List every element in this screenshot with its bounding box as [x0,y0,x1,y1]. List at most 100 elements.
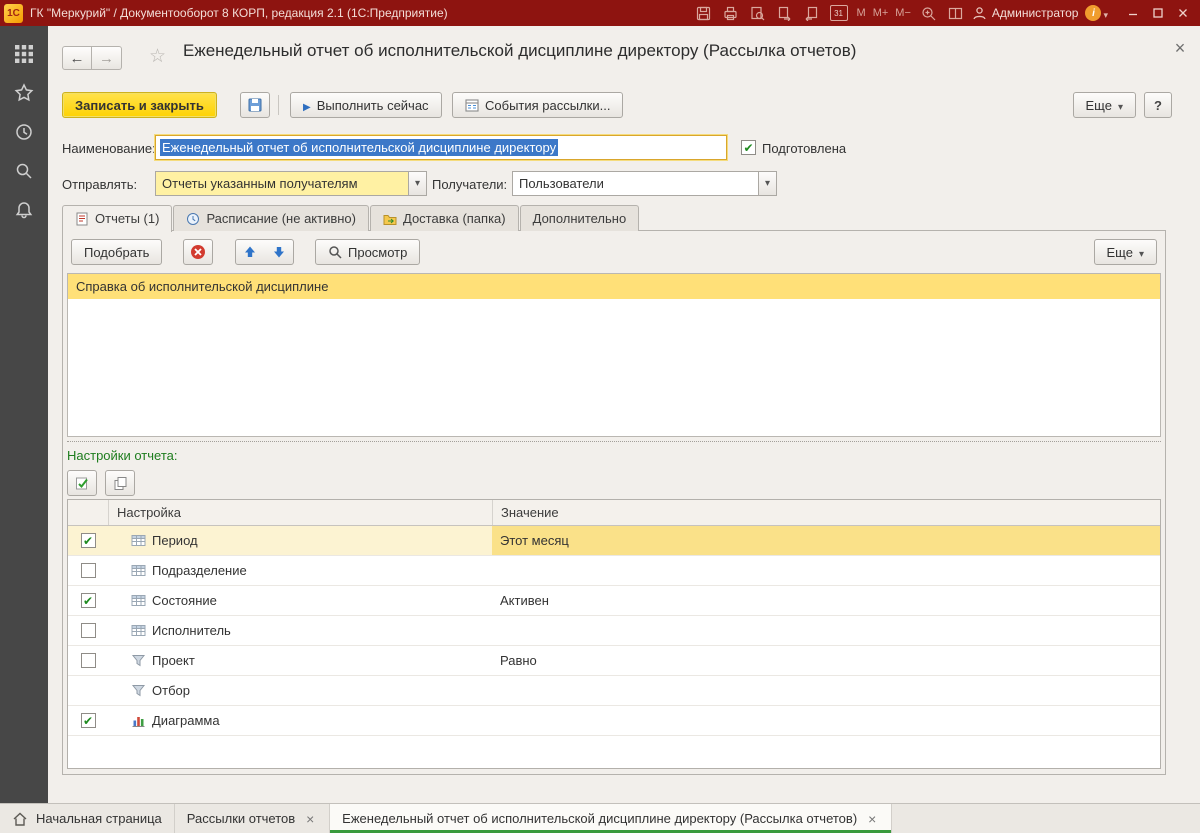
setting-name-cell[interactable]: Проект [108,646,492,675]
prepared-checkbox[interactable] [741,140,756,155]
list-splitter[interactable] [67,441,1161,442]
more-button[interactable]: Еще [1072,92,1136,118]
import-file-icon[interactable] [803,4,821,22]
pick-reports-button[interactable]: Подобрать [71,239,163,265]
settings-row[interactable]: Проект Равно [68,646,1160,676]
tab-label: Отчеты (1) [95,211,160,226]
tab-label: Дополнительно [532,211,627,226]
search-icon[interactable] [13,160,35,182]
setting-name-cell[interactable]: Диаграмма [108,706,492,735]
settings-row[interactable]: Диаграмма [68,706,1160,736]
setting-type-icon [130,653,146,669]
setting-checkbox[interactable] [80,563,96,578]
settings-row[interactable]: Отбор [68,676,1160,706]
move-down-button[interactable] [264,239,294,265]
favorite-star-icon[interactable] [149,45,166,68]
setting-checkbox-cell [68,563,108,578]
setting-name-cell[interactable]: Отбор [108,676,492,705]
setting-value[interactable]: Этот месяц [492,526,1160,555]
close-tab-icon[interactable] [865,812,879,826]
export-file-icon[interactable] [776,4,794,22]
copy-settings-button[interactable] [105,470,135,496]
run-now-button[interactable]: Выполнить сейчас [290,92,442,118]
name-input[interactable]: Еженедельный отчет об исполнительской ди… [154,134,728,161]
setting-checkbox[interactable] [80,653,96,668]
name-field-label: Наименование: [62,140,156,156]
calendar-icon[interactable]: 31 [829,5,848,21]
preview-label: Просмотр [348,244,408,260]
save-icon[interactable] [695,4,713,22]
form-tab[interactable]: Расписание (не активно) [173,205,369,231]
calendar-day: 31 [834,8,843,18]
preview-button[interactable]: Просмотр [315,239,421,265]
setting-value[interactable]: Равно [492,646,1160,675]
history-icon[interactable] [13,121,35,143]
main-menu-grid-icon[interactable] [13,43,35,65]
close-window-button[interactable] [1171,3,1195,23]
save-button[interactable] [240,92,270,118]
arrow-down-icon [273,247,284,258]
setting-name-cell[interactable]: Период [108,526,492,555]
maximize-button[interactable] [1146,3,1170,23]
setting-value[interactable] [492,616,1160,645]
save-and-close-button[interactable]: Записать и закрыть [62,92,217,118]
help-button[interactable]: ? [1144,92,1172,118]
setting-value[interactable] [492,556,1160,585]
move-up-button[interactable] [235,239,265,265]
back-button[interactable] [62,46,92,70]
setting-checkbox-cell [68,533,108,548]
setting-checkbox[interactable] [80,593,96,608]
form-tab[interactable]: Отчеты (1) [62,205,173,232]
window-tab[interactable]: Еженедельный отчет об исполнительской ди… [330,804,893,833]
settings-row[interactable]: Подразделение [68,556,1160,586]
zoom-icon[interactable] [920,4,938,22]
form-tab[interactable]: Дополнительно [519,205,640,231]
minimize-button[interactable] [1121,3,1145,23]
setting-name-cell[interactable]: Подразделение [108,556,492,585]
info-menu[interactable]: i [1085,5,1108,21]
delete-report-button[interactable] [183,239,213,265]
toggle-settings-button[interactable] [67,470,97,496]
form-tab[interactable]: Доставка (папка) [370,205,519,231]
dropdown-arrow-icon[interactable] [408,172,426,195]
mailing-events-button[interactable]: События рассылки... [452,92,624,118]
setting-checkbox-cell [68,713,108,728]
settings-row[interactable]: Состояние Активен [68,586,1160,616]
setting-type-icon [130,713,146,729]
setting-value[interactable] [492,676,1160,705]
print-preview-icon[interactable] [749,4,767,22]
send-mode-select[interactable]: Отчеты указанным получателям [155,171,427,196]
settings-row[interactable]: Период Этот месяц [68,526,1160,556]
reports-more-button[interactable]: Еще [1093,239,1157,265]
setting-checkbox[interactable] [80,533,96,548]
memory-m-plus[interactable]: M+ [873,7,889,19]
reports-toolbar: Подобрать Просмотр Еще [71,239,1157,265]
setting-checkbox-cell [68,683,108,698]
window-titlebar: 1С ГК "Меркурий" / Документооборот 8 КОР… [0,0,1200,26]
setting-type-icon [130,563,146,579]
forward-button[interactable] [92,46,122,70]
recipients-select[interactable]: Пользователи [512,171,777,196]
setting-checkbox[interactable] [80,713,96,728]
window-tab[interactable]: Рассылки отчетов [175,804,331,833]
setting-name-cell[interactable]: Исполнитель [108,616,492,645]
close-tab-icon[interactable] [303,812,317,826]
notifications-bell-icon[interactable] [13,199,35,221]
dropdown-arrow-icon[interactable] [758,172,776,195]
window-tab[interactable]: Начальная страница [0,804,175,833]
events-icon [465,98,479,112]
report-list-item[interactable]: Справка об исполнительской дисциплине [68,274,1160,299]
setting-checkbox[interactable] [80,623,96,638]
memory-m[interactable]: M [857,7,866,19]
close-page-icon[interactable] [1170,38,1190,58]
split-window-icon[interactable] [947,4,965,22]
user-menu[interactable]: Администратор [972,6,1078,21]
memory-m-minus[interactable]: M− [895,7,911,19]
setting-name-cell[interactable]: Состояние [108,586,492,615]
favorites-star-icon[interactable] [13,82,35,104]
setting-value[interactable]: Активен [492,586,1160,615]
info-icon: i [1085,5,1102,21]
settings-row[interactable]: Исполнитель [68,616,1160,646]
setting-value[interactable] [492,706,1160,735]
print-icon[interactable] [722,4,740,22]
